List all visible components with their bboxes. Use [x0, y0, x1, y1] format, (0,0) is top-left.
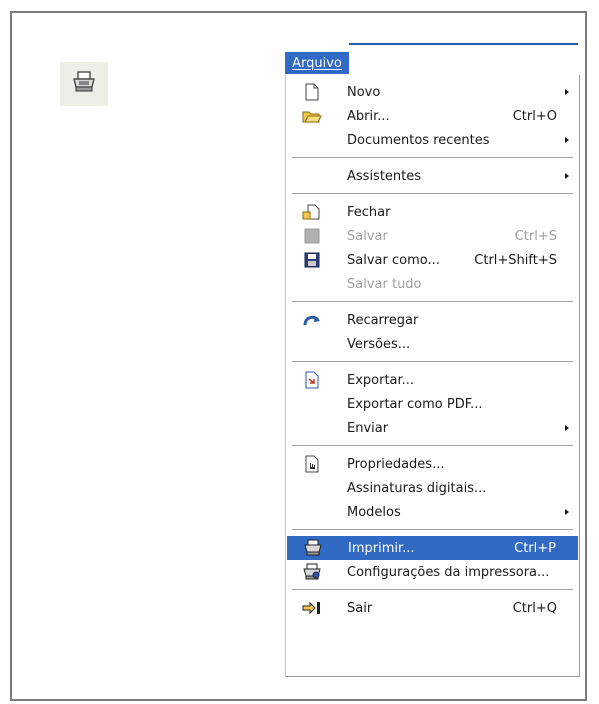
menu-item-novo[interactable]: Novo	[286, 80, 579, 104]
menu-item-shortcut: Ctrl+S	[514, 228, 557, 244]
menu-item-documentos-recentes[interactable]: Documentos recentes	[286, 128, 579, 152]
menu-item-salvar-como[interactable]: Salvar como... Ctrl+Shift+S	[286, 248, 579, 272]
menu-separator	[292, 361, 573, 362]
menu-item-label: Salvar tudo	[347, 276, 422, 292]
menu-item-label: Assinaturas digitais...	[347, 480, 487, 496]
menu-separator	[292, 301, 573, 302]
submenu-arrow-icon	[565, 137, 569, 143]
menu-separator	[292, 157, 573, 158]
menu-item-label: Sair	[347, 600, 373, 616]
menu-item-assinaturas[interactable]: Assinaturas digitais...	[286, 476, 579, 500]
menu-item-label: Propriedades...	[347, 456, 445, 472]
menu-item-modelos[interactable]: Modelos	[286, 500, 579, 524]
printer-icon	[303, 538, 323, 558]
properties-icon	[302, 454, 322, 474]
menu-arquivo[interactable]: Arquivo	[285, 52, 349, 74]
menu-item-label: Configurações da impressora...	[347, 564, 550, 580]
menu-item-label: Recarregar	[347, 312, 419, 328]
menu-item-label: Enviar	[347, 420, 389, 436]
menu-item-salvar[interactable]: Salvar Ctrl+S	[286, 224, 579, 248]
menu-item-label: Versões...	[347, 336, 411, 352]
menu-separator	[292, 193, 573, 194]
close-document-icon	[302, 202, 322, 222]
menu-item-shortcut: Ctrl+Shift+S	[474, 252, 557, 268]
menu-item-shortcut: Ctrl+O	[512, 108, 557, 124]
menu-item-sair[interactable]: Sair Ctrl+Q	[286, 596, 579, 620]
submenu-arrow-icon	[565, 173, 569, 179]
menu-bar-underline	[349, 43, 578, 45]
menu-item-label: Documentos recentes	[347, 132, 490, 148]
menu-title-label: Arquivo	[292, 55, 342, 71]
printer-icon	[71, 71, 97, 97]
open-folder-icon	[302, 106, 322, 126]
exit-icon	[302, 598, 322, 618]
new-document-icon	[302, 82, 322, 102]
menu-item-label: Exportar como PDF...	[347, 396, 483, 412]
printer-settings-icon	[302, 562, 322, 582]
menu-item-label: Imprimir...	[348, 540, 415, 556]
menu-item-salvar-tudo[interactable]: Salvar tudo	[286, 272, 579, 296]
submenu-arrow-icon	[565, 89, 569, 95]
menu-item-assistentes[interactable]: Assistentes	[286, 164, 579, 188]
menu-item-label: Novo	[347, 84, 381, 100]
menu-item-enviar[interactable]: Enviar	[286, 416, 579, 440]
menu-item-shortcut: Ctrl+Q	[512, 600, 557, 616]
print-toolbar-button[interactable]	[60, 62, 108, 106]
menu-item-label: Salvar	[347, 228, 388, 244]
export-icon	[302, 370, 322, 390]
reload-icon	[302, 310, 322, 330]
menu-item-label: Exportar...	[347, 372, 415, 388]
menu-item-propriedades[interactable]: Propriedades...	[286, 452, 579, 476]
menu-item-label: Assistentes	[347, 168, 422, 184]
menu-separator	[292, 589, 573, 590]
menu-item-versoes[interactable]: Versões...	[286, 332, 579, 356]
menu-item-label: Salvar como...	[347, 252, 440, 268]
menu-item-exportar-pdf[interactable]: Exportar como PDF...	[286, 392, 579, 416]
menu-item-label: Modelos	[347, 504, 401, 520]
menu-item-label: Fechar	[347, 204, 391, 220]
menu-item-fechar[interactable]: Fechar	[286, 200, 579, 224]
menu-item-shortcut: Ctrl+P	[514, 540, 556, 556]
submenu-arrow-icon	[565, 509, 569, 515]
menu-separator	[292, 445, 573, 446]
file-menu-dropdown: Novo Abrir... Ctrl+O Documentos recentes…	[285, 75, 580, 677]
menu-item-configuracoes-impressora[interactable]: Configurações da impressora...	[286, 560, 579, 584]
menu-item-abrir[interactable]: Abrir... Ctrl+O	[286, 104, 579, 128]
menu-item-label: Abrir...	[347, 108, 390, 124]
save-as-icon	[302, 250, 322, 270]
save-disabled-icon	[302, 226, 322, 246]
menu-item-exportar[interactable]: Exportar...	[286, 368, 579, 392]
menu-item-recarregar[interactable]: Recarregar	[286, 308, 579, 332]
menu-item-imprimir[interactable]: Imprimir... Ctrl+P	[287, 536, 578, 560]
menu-separator	[292, 529, 573, 530]
submenu-arrow-icon	[565, 425, 569, 431]
